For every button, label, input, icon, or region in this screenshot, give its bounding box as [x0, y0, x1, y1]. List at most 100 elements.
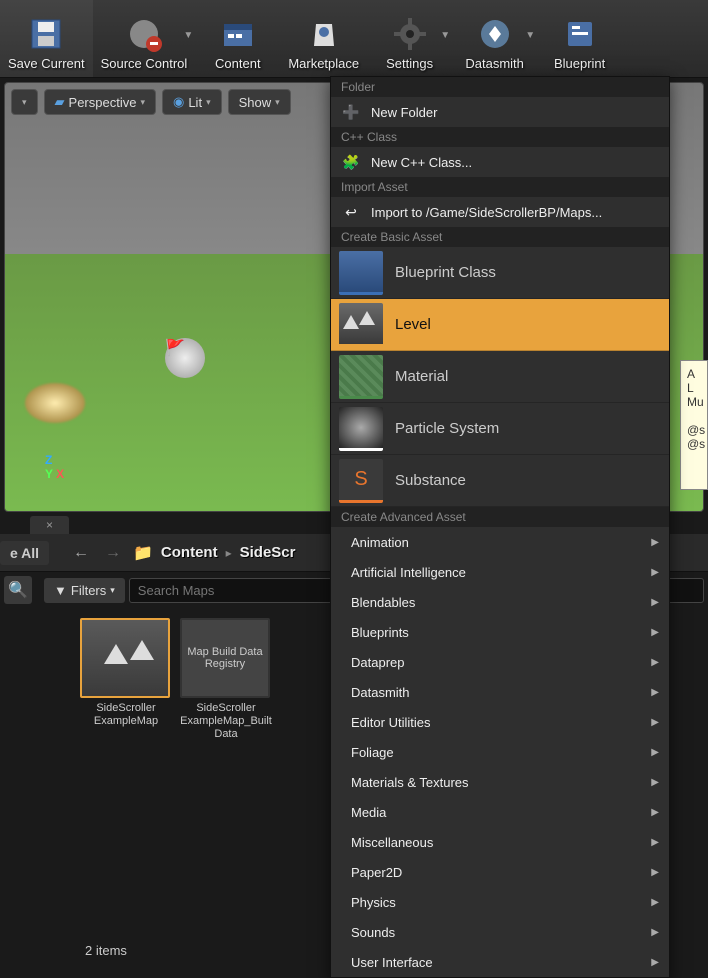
chevron-down-icon[interactable]: ▼ [525, 30, 535, 41]
nav-back[interactable]: ← [69, 542, 93, 564]
toolbar-datasmith[interactable]: Datasmith ▼ [452, 0, 537, 77]
filter-icon: ▼ [54, 583, 67, 598]
chevron-right-icon: ▶ [651, 537, 659, 548]
import-icon: ↩ [341, 202, 361, 222]
show-label: Show [239, 95, 272, 110]
menu-materials-textures[interactable]: Materials & Textures▶ [331, 767, 669, 797]
filters-button[interactable]: ▼ Filters ▾ [44, 578, 125, 603]
tooltip: A LMu @s@s [680, 360, 708, 490]
folder-plus-icon: ➕ [341, 102, 361, 122]
menu-particle-system[interactable]: Particle System [331, 403, 669, 455]
asset-name: SideScroller ExampleMap_BuiltData [180, 702, 272, 742]
menu-section-header: Create Basic Asset [331, 227, 669, 247]
chevron-right-icon: ▶ [651, 837, 659, 848]
asset-tile[interactable]: SideScroller ExampleMap [80, 618, 172, 742]
toolbar-label: Blueprint [554, 56, 605, 71]
menu-sounds[interactable]: Sounds▶ [331, 917, 669, 947]
menu-blueprints[interactable]: Blueprints▶ [331, 617, 669, 647]
chevron-right-icon: ▶ [651, 927, 659, 938]
item-count: 2 items [85, 943, 127, 958]
asset-name: SideScroller ExampleMap [80, 702, 172, 728]
context-menu: Folder➕New FolderC++ Class🧩New C++ Class… [330, 76, 670, 978]
source-icon [124, 14, 164, 54]
toolbar-blueprint[interactable]: Blueprint [537, 0, 622, 77]
main-toolbar: Save Current Source Control ▼ Content Ma… [0, 0, 708, 78]
chevron-right-icon: ▶ [651, 777, 659, 788]
menu-datasmith[interactable]: Datasmith▶ [331, 677, 669, 707]
chevron-right-icon: ▶ [651, 687, 659, 698]
menu-artificial-intelligence[interactable]: Artificial Intelligence▶ [331, 557, 669, 587]
chevron-down-icon[interactable]: ▼ [440, 30, 450, 41]
axis-gizmo: ZY X [45, 453, 64, 481]
save-icon [26, 14, 66, 54]
settings-icon [390, 14, 430, 54]
toolbar-save-current[interactable]: Save Current [0, 0, 93, 77]
lit-label: Lit [188, 95, 202, 110]
sub-icon: S [339, 459, 383, 503]
menu-blendables[interactable]: Blendables▶ [331, 587, 669, 617]
toolbar-settings[interactable]: Settings ▼ [367, 0, 452, 77]
tab-close[interactable]: × [30, 516, 69, 534]
menu-editor-utilities[interactable]: Editor Utilities▶ [331, 707, 669, 737]
search-icon-button[interactable]: 🔍 [4, 576, 32, 604]
menu-section-header: C++ Class [331, 127, 669, 147]
toolbar-label: Source Control [101, 56, 188, 71]
menu-foliage[interactable]: Foliage▶ [331, 737, 669, 767]
toolbar-label: Marketplace [288, 56, 359, 71]
toolbar-label: Save Current [8, 56, 85, 71]
content-icon [218, 14, 258, 54]
filters-label: Filters [71, 583, 106, 598]
chevron-right-icon: ▶ [651, 747, 659, 758]
chevron-right-icon: ▶ [651, 567, 659, 578]
ps-icon [339, 407, 383, 451]
asset-tile[interactable]: Map Build Data RegistrySideScroller Exam… [180, 618, 272, 742]
blueprint-icon [560, 14, 600, 54]
toolbar-source-control[interactable]: Source Control ▼ [93, 0, 196, 77]
menu-miscellaneous[interactable]: Miscellaneous▶ [331, 827, 669, 857]
folder-icon: 📁 [133, 543, 153, 563]
chevron-down-icon[interactable]: ▼ [183, 30, 193, 41]
scene-pawn: 🚩 [165, 338, 205, 378]
nav-forward[interactable]: → [101, 542, 125, 564]
chevron-right-icon: ▶ [651, 627, 659, 638]
toolbar-marketplace[interactable]: Marketplace [280, 0, 367, 77]
toolbar-label: Settings [386, 56, 433, 71]
lvl-icon [339, 303, 383, 347]
asset-thumb [80, 618, 170, 698]
chevron-right-icon: ▶ [651, 657, 659, 668]
perspective-button[interactable]: ▰Perspective▾ [44, 89, 156, 115]
show-button[interactable]: Show▾ [228, 89, 291, 115]
menu-blueprint-class[interactable]: Blueprint Class [331, 247, 669, 299]
breadcrumb-sep: ▸ [226, 546, 232, 560]
menu-import[interactable]: ↩Import to /Game/SideScrollerBP/Maps... [331, 197, 669, 227]
menu-user-interface[interactable]: User Interface▶ [331, 947, 669, 977]
asset-thumb: Map Build Data Registry [180, 618, 270, 698]
menu-paper2d[interactable]: Paper2D▶ [331, 857, 669, 887]
scene-object [25, 383, 85, 423]
menu-animation[interactable]: Animation▶ [331, 527, 669, 557]
menu-media[interactable]: Media▶ [331, 797, 669, 827]
breadcrumb-content[interactable]: Content [161, 544, 218, 561]
lit-button[interactable]: ◉Lit▾ [162, 89, 222, 115]
menu-physics[interactable]: Physics▶ [331, 887, 669, 917]
menu-new-cpp-class[interactable]: 🧩New C++ Class... [331, 147, 669, 177]
menu-substance[interactable]: S Substance [331, 455, 669, 507]
mat-icon [339, 355, 383, 399]
chevron-right-icon: ▶ [651, 717, 659, 728]
viewport-menu-button[interactable]: ▾ [11, 89, 38, 115]
menu-level[interactable]: Level [331, 299, 669, 351]
datasmith-icon [475, 14, 515, 54]
perspective-label: Perspective [69, 95, 137, 110]
menu-dataprep[interactable]: Dataprep▶ [331, 647, 669, 677]
market-icon [304, 14, 344, 54]
menu-section-header: Folder [331, 77, 669, 97]
save-all-button[interactable]: e All [0, 541, 49, 565]
bp-icon [339, 251, 383, 295]
menu-item-label: Level [395, 316, 431, 333]
cpp-icon: 🧩 [341, 152, 361, 172]
menu-new-folder[interactable]: ➕New Folder [331, 97, 669, 127]
toolbar-content[interactable]: Content [195, 0, 280, 77]
menu-material[interactable]: Material [331, 351, 669, 403]
viewport-toolbar: ▾ ▰Perspective▾ ◉Lit▾ Show▾ [11, 89, 291, 115]
breadcrumb-folder[interactable]: SideScr [240, 544, 296, 561]
